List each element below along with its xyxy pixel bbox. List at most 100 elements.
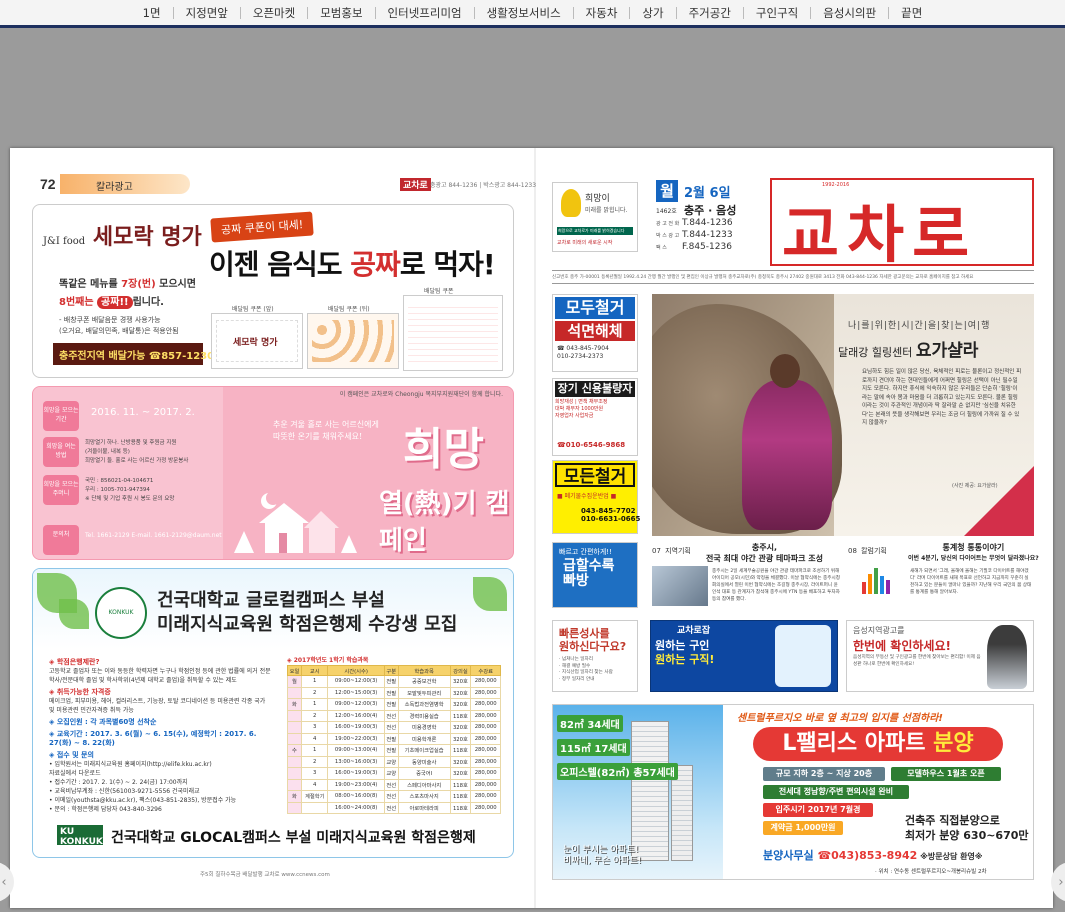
credit-ad[interactable]: 장기 신용불량자 희망재성 | 면책 채무조정 대박 채무자 1000만원 자영업자… — [552, 378, 638, 456]
nav-item-front[interactable]: 1면 — [131, 7, 173, 19]
nav-item-life-info[interactable]: 생활정보서비스 — [473, 6, 573, 19]
schedule-cell: 월 — [287, 675, 302, 688]
nav-item-jobs[interactable]: 구인구직 — [742, 6, 810, 19]
coupon-back: 배달팀 쿠폰 (뒤) — [307, 306, 399, 369]
schedule-cell: 280,000 — [470, 709, 501, 722]
schedule-cell: 경력미용실습 — [397, 709, 451, 722]
schedule-cell — [287, 767, 302, 780]
apartment-image: 82㎡ 34세대 115㎡ 17세대 오피스텔(82㎡) 총57세대 눈이 부시… — [553, 705, 723, 879]
nav-item-eumseong[interactable]: 음성시의판 — [810, 6, 888, 19]
schedule-cell: 수 — [287, 744, 302, 757]
feature-kicker: 나|를|위|한|시|간|을|찾|는|여|행 — [848, 321, 991, 331]
schedule-cell: 320호 — [449, 732, 472, 745]
schedule-cell: 118호 — [449, 709, 472, 722]
schedule-cell: 중국어Ⅰ — [397, 767, 451, 780]
leaf-decoration — [473, 577, 507, 611]
schedule-cell: 12:00~15:00(3) — [327, 686, 385, 699]
schedule-cell: 13:00~16:00(3) — [327, 755, 385, 768]
yoga-feature[interactable]: 나|를|위|한|시|간|을|찾|는|여|행 달래강 힐링센터 요가샬라 요님하도… — [652, 294, 1034, 536]
paper-logo-small: 교차로 — [400, 178, 431, 191]
schedule-cell: 전선 — [383, 709, 399, 722]
nav-item-car[interactable]: 자동차 — [572, 6, 630, 19]
schedule-cell: 전필 — [383, 744, 399, 757]
demolition-ad[interactable]: 모두철거 석면해체 ☎ 043-845-7904 010-2734-2373 — [552, 294, 638, 372]
schedule-cell: 118호 — [449, 744, 472, 757]
schedule-row: 2 12:00~16:00(4) 전선 경력미용실습 118호 280,000 — [287, 709, 501, 722]
coupon-menu: 배달팀 쿠폰 — [403, 288, 503, 371]
feature-title: 달래강 힐링센터 요가샬라 — [838, 341, 979, 361]
schedule-row: 3 16:00~19:00(3) 전선 미용경영학 320호 280,000 — [287, 721, 501, 734]
presenter-image — [987, 625, 1027, 689]
schedule-cell — [287, 778, 302, 791]
schedule-cell: 320호 — [449, 767, 472, 780]
demolition-ad-2[interactable]: 모든철거 ■ 폐기물수집운반업 ■ 043-845-7702 010-6631-0… — [552, 460, 640, 534]
schedule-cell: 280,000 — [470, 721, 501, 734]
schedule-cell: 전필 — [383, 686, 399, 699]
newspaper-spread[interactable]: 칼라광고 72 교차로 충광고 844-1236 | 박스광고 844-1233… — [10, 148, 1053, 908]
next-page-arrow-icon[interactable]: › — [1051, 862, 1065, 902]
schedule-cell: 2 — [300, 709, 329, 722]
news-photo — [652, 566, 708, 606]
quick-deal-ad[interactable]: 빠른성사를 원하신다구요? · 넘쳐나는 일자리 · 해결 예방 필수 · 지식산업 … — [552, 620, 638, 692]
job-app-ad[interactable]: 교차로잡 원하는 구인 원하는 구직! — [650, 620, 838, 692]
issue-phones: 광 고 전 화 T.844-1236 박 스 광 고 T.844-1233 팩 스F… — [656, 218, 733, 252]
schedule-header-cell: 요일 — [287, 665, 302, 676]
schedule-cell: 280,000 — [470, 675, 501, 688]
nav-item-open-market[interactable]: 오픈마켓 — [239, 6, 307, 19]
schedule-row: 월 1 09:00~12:00(3) 전필 공중보건학 320호 280,000 — [287, 675, 501, 688]
schedule-cell: 1 — [300, 744, 329, 757]
apartment-ad[interactable]: 82㎡ 34세대 115㎡ 17세대 오피스텔(82㎡) 총57세대 눈이 부시… — [552, 704, 1034, 880]
university-ad[interactable]: KONKUK 건국대학교 글로컬캠퍼스 부설 미래지식교육원 학점은행제 수강생… — [32, 568, 514, 858]
masthead: 1992-2016 교차로 — [770, 178, 1034, 271]
university-footer-text: 건국대학교 GLOCAL캠퍼스 부설 미래지식교육원 학점은행제 — [111, 830, 476, 846]
nav-item-model-promo[interactable]: 모범홍보 — [307, 6, 374, 19]
schedule-cell: 16:00~19:00(3) — [327, 721, 385, 734]
schedule-cell — [300, 801, 329, 814]
fast-app-ad[interactable]: 빠르고 간편하게!! 급할수록 빠방 — [552, 542, 638, 608]
nav-item-store[interactable]: 상가 — [629, 6, 675, 19]
nav-item-internet-premium[interactable]: 인터넷프리미엄 — [374, 6, 474, 19]
top-nav: 1면 지정면앞 오픈마켓 모범홍보 인터넷프리미엄 생활정보서비스 자동차 상가… — [0, 0, 1065, 28]
schedule-row: 수 1 09:00~13:00(4) 전필 기초메이크업실습 118호 280,000 — [287, 744, 501, 757]
publication-credits: 신고번호 충주 가-00001 등록년월일 1992.4.24 간행 월간 발행… — [552, 270, 1034, 284]
schedule-cell — [287, 801, 302, 814]
schedule-cell: 4 — [300, 732, 329, 745]
lightbulb-icon — [561, 189, 581, 217]
issue-region: 충주 · 음성 — [684, 204, 737, 217]
schedule-header-cell: 시간(시수) — [327, 665, 385, 676]
restaurant-ad[interactable]: J&I food 세모락 명가 공짜 쿠폰이 대세! 이젠 음식도 공짜로 먹자… — [32, 204, 514, 378]
hope-campaign-ad[interactable]: 희망을 모으는 기간 2016. 11. ~ 2017. 2. 희망을 여는 방… — [32, 386, 514, 560]
konkuk-logo: KU KONKUK — [57, 825, 103, 847]
schedule-cell: 118호 — [449, 790, 472, 803]
nav-item-designated[interactable]: 지정면앞 — [172, 6, 240, 19]
news-teaser-07[interactable]: 07 지역기획 충주시, 전국 최대 야간 관광 테마파크 조성 충주시는 2일 … — [652, 542, 842, 608]
news-teaser-08[interactable]: 08 칼럼기획 통계청 통통이야기 이번 4분기, 당신의 다이어트는 무엇이 달… — [848, 542, 1039, 608]
phone-image — [775, 625, 831, 687]
leaf-decoration — [59, 599, 89, 629]
schedule-cell: 스페디아마사지 — [397, 778, 451, 791]
masthead-title: 교차로 — [782, 198, 978, 271]
campaign-date: 2016. 11. ~ 2017. 2. — [91, 407, 195, 418]
nav-item-housing[interactable]: 주거공간 — [675, 6, 743, 19]
eumseong-ad[interactable]: 음성지역광고를 한번에 확인하세요! 음성지역의 부동산 및 구인광고를 한번에… — [846, 620, 1034, 692]
schedule-row: 4 19:00~22:00(3) 전필 미용학개론 320호 280,000 — [287, 732, 501, 745]
schedule-row: 화 계절학기 08:00~16:00(8) 전선 스포츠마사지 118호 280,000 — [287, 790, 501, 803]
schedule-cell: 전필 — [383, 698, 399, 711]
schedule-cell: 화 — [287, 698, 302, 711]
schedule-cell — [287, 709, 302, 722]
schedule-cell: 미용경영학 — [397, 721, 451, 734]
photo-caption: (사진 제공: 요가샬라) — [952, 483, 998, 489]
university-ad-footer: KU KONKUK 건국대학교 GLOCAL캠퍼스 부설 미래지식교육원 학점은… — [57, 823, 497, 849]
program-description: ◈ 학점은행제란? 고등학교 졸업자 또는 이와 동등한 학력자면 누구나 학점… — [49, 658, 271, 813]
schedule-cell: 3 — [300, 767, 329, 780]
apartment-address: · 위치 : 연수동 센트럴푸르지오~개봉리슈빌 2차 — [875, 869, 987, 875]
coupon-ribbon: 공짜 쿠폰이 대세! — [210, 211, 314, 243]
yoga-person-image — [742, 380, 832, 530]
nav-item-last-page[interactable]: 끝면 — [888, 6, 934, 19]
schedule-cell: 전선 — [383, 801, 399, 814]
schedule-cell: 118호 — [449, 778, 472, 791]
schedule-cell — [287, 755, 302, 768]
restaurant-brand: J&I food 세모락 명가 — [43, 224, 202, 250]
schedule-cell: 미용학개론 — [397, 732, 451, 745]
apartment-title: L팰리스 아파트 분양 — [753, 727, 1003, 761]
